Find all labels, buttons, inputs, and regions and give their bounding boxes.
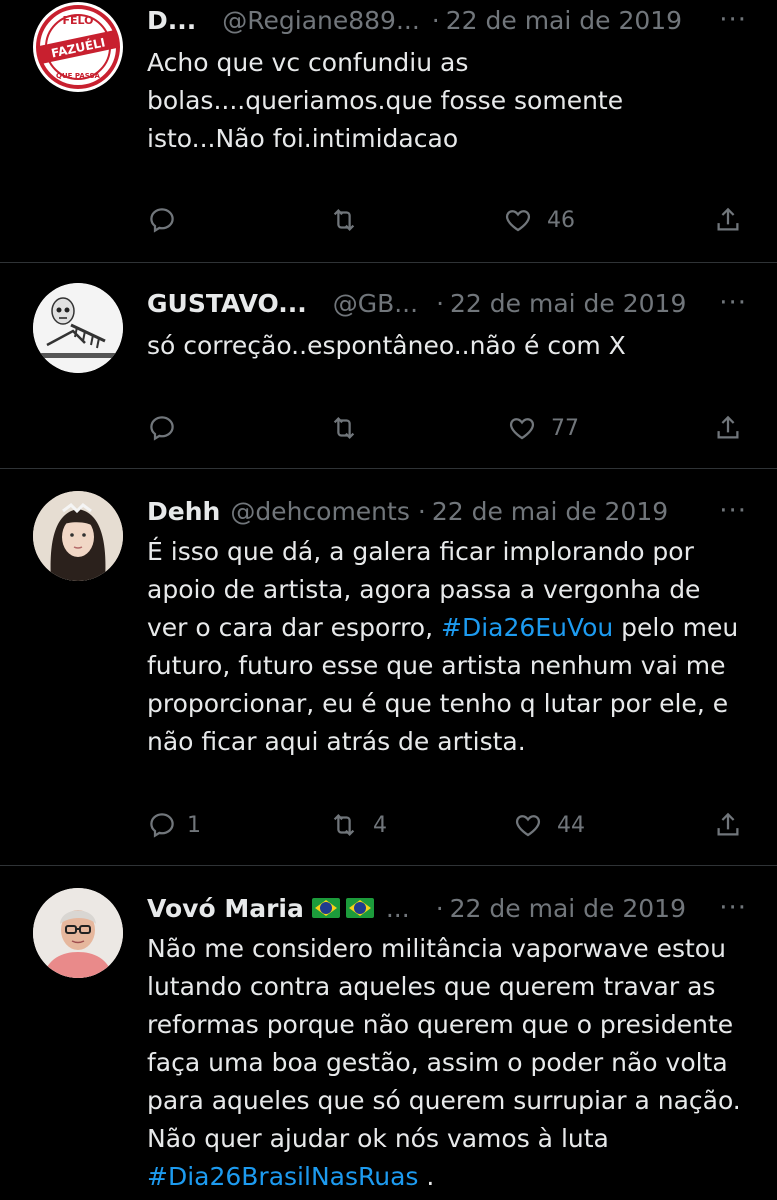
tweet-text-line: ver o cara dar esporro, #Dia26EuVou pelo… [147, 609, 741, 647]
tweet-text-line: bolas....queriamos.que fosse somente [147, 86, 624, 115]
more-options-icon[interactable]: ··· [719, 5, 747, 35]
more-options-icon[interactable]: ··· [719, 496, 747, 526]
hashtag-link[interactable]: #Dia26BrasilNasRuas [147, 1162, 418, 1191]
like-button[interactable]: 77 [507, 408, 579, 448]
woman-avatar-image [33, 491, 123, 581]
tweet-text-line: futuro, futuro esse que artista nenhum v… [147, 651, 726, 680]
tweet-4[interactable]: Vovó Maria ... · 22 de mai de 2019 ··· N… [0, 866, 777, 1200]
reply-count: 1 [187, 812, 201, 838]
stamp-avatar-image: FELO FAZUÉLI QUE PASSA [35, 4, 121, 90]
share-icon [717, 415, 739, 439]
retweet-button[interactable] [329, 200, 359, 240]
tweet-text-segment: . [418, 1162, 435, 1191]
avatar[interactable] [33, 491, 123, 581]
tweet-text-line: para aqueles que só querem surrupiar a n… [147, 1086, 741, 1115]
tweet-text-segment: ver o cara dar esporro, [147, 613, 441, 642]
brazil-flag-icon [345, 898, 374, 918]
tweet-actions: 1 4 44 [147, 805, 747, 845]
tweet-header: GUSTAVO... @GB... · 22 de mai de 2019 ··… [147, 283, 747, 323]
separator-dot: · [436, 288, 445, 318]
like-count: 77 [551, 415, 579, 441]
more-options-icon[interactable]: ··· [719, 893, 747, 923]
hashtag-link[interactable]: #Dia26EuVou [441, 613, 613, 642]
tweet-text-line: não ficar aqui atrás de artista. [147, 727, 526, 756]
tweet-text-segment: pelo meu [613, 613, 739, 642]
like-button[interactable]: 46 [503, 200, 575, 240]
tweet-date[interactable]: 22 de mai de 2019 [450, 289, 686, 318]
like-count: 46 [547, 207, 575, 233]
tweet-actions: 77 [147, 408, 747, 448]
reply-button[interactable] [147, 200, 177, 240]
tweet-1[interactable]: FELO FAZUÉLI QUE PASSA D... @Regiane889.… [0, 0, 777, 262]
avatar[interactable] [33, 283, 123, 373]
skeleton-avatar-image [33, 283, 123, 373]
retweet-icon [333, 814, 355, 836]
tweet-text-line: reformas porque não querem que o preside… [147, 1010, 734, 1039]
name-truncation: ... [385, 893, 410, 923]
display-name[interactable]: Vovó Maria [147, 894, 304, 923]
tweet-text-line: Acho que vc confundiu as [147, 48, 469, 77]
reply-button[interactable]: 1 [147, 805, 201, 845]
tweet-text: Não me considero militância vaporwave es… [147, 930, 741, 1196]
tweet-header: D... @Regiane889... · 22 de mai de 2019 … [147, 0, 747, 40]
tweet-text-line: Não me considero militância vaporwave es… [147, 934, 726, 963]
reply-button[interactable] [147, 408, 177, 448]
display-name[interactable]: Dehh [147, 497, 220, 526]
like-button[interactable]: 44 [513, 805, 585, 845]
user-handle[interactable]: @GB... [333, 289, 418, 318]
tweet-text-line: lutando contra aqueles que querem travar… [147, 972, 716, 1001]
tweet-text-line: #Dia26BrasilNasRuas . [147, 1158, 741, 1196]
share-button[interactable] [713, 805, 743, 845]
user-handle[interactable]: @dehcoments [230, 497, 410, 526]
tweet-text-line: apoio de artista, agora passa a vergonha… [147, 575, 701, 604]
share-icon [717, 812, 739, 836]
tweet-actions: 46 [147, 200, 747, 240]
separator-dot: · [417, 496, 426, 526]
separator-dot: · [435, 893, 444, 923]
tweet-text: só correção..espontâneo..não é com X [147, 327, 741, 365]
tweet-date[interactable]: 22 de mai de 2019 [446, 6, 682, 35]
tweet-2[interactable]: GUSTAVO... @GB... · 22 de mai de 2019 ··… [0, 263, 777, 468]
retweet-button[interactable] [329, 408, 359, 448]
tweet-text-line: faça uma boa gestão, assim o poder não v… [147, 1048, 728, 1077]
share-button[interactable] [713, 200, 743, 240]
tweet-date[interactable]: 22 de mai de 2019 [432, 497, 668, 526]
heart-icon [509, 418, 535, 440]
retweet-icon [333, 417, 355, 439]
tweet-text: Acho que vc confundiu as bolas....queria… [147, 44, 741, 158]
stamp-text-bottom: QUE PASSA [56, 72, 101, 80]
avatar[interactable] [33, 888, 123, 978]
tweet-header: Vovó Maria ... · 22 de mai de 2019 ··· [147, 888, 747, 928]
tweet-header: Dehh @dehcoments · 22 de mai de 2019 ··· [147, 491, 747, 531]
reply-icon [150, 208, 174, 233]
tweet-text-line: proporcionar, eu é que tenho q lutar por… [147, 689, 729, 718]
like-count: 44 [557, 812, 585, 838]
more-options-icon[interactable]: ··· [719, 288, 747, 318]
reply-icon [150, 813, 174, 838]
tweet-3[interactable]: Dehh @dehcoments · 22 de mai de 2019 ···… [0, 469, 777, 865]
avatar[interactable]: FELO FAZUÉLI QUE PASSA [33, 2, 123, 92]
share-button[interactable] [713, 408, 743, 448]
share-icon [717, 207, 739, 231]
reply-icon [150, 416, 174, 441]
separator-dot: · [431, 5, 440, 35]
brazil-flag-icon [311, 898, 340, 918]
tweet-text-line: Não quer ajudar ok nós vamos à luta [147, 1124, 609, 1153]
heart-icon [505, 210, 531, 232]
heart-icon [515, 815, 541, 837]
tweet-date[interactable]: 22 de mai de 2019 [450, 894, 686, 923]
tweet-text-line: É isso que dá, a galera ficar implorando… [147, 537, 694, 566]
stamp-text-top: FELO [63, 14, 94, 27]
display-name[interactable]: GUSTAVO... [147, 289, 307, 318]
display-name[interactable]: D... [147, 6, 196, 35]
grandma-avatar-image [33, 888, 123, 978]
tweet-text: É isso que dá, a galera ficar implorando… [147, 533, 741, 761]
retweet-count: 4 [373, 812, 387, 838]
tweet-text-line: só correção..espontâneo..não é com X [147, 331, 626, 360]
retweet-icon [333, 209, 355, 231]
retweet-button[interactable]: 4 [329, 805, 387, 845]
tweet-text-line: isto...Não foi.intimidacao [147, 124, 459, 153]
user-handle[interactable]: @Regiane889... [222, 6, 420, 35]
